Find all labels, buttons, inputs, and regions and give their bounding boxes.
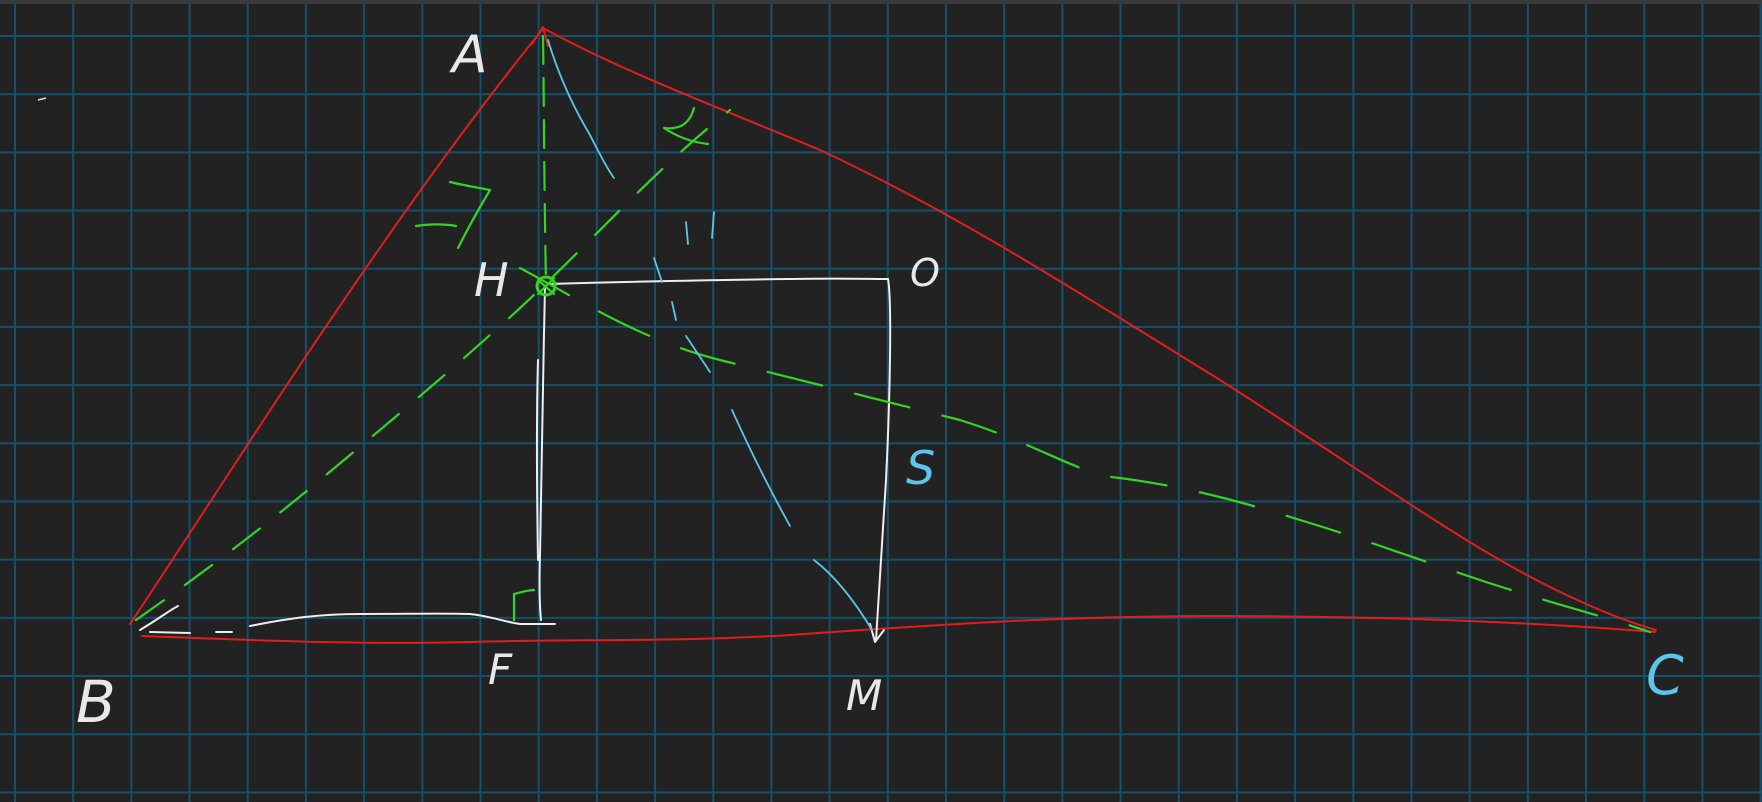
cyan-dash-6 [731,409,791,527]
label-s: S [906,441,935,495]
altitude-hf [538,285,546,621]
cyan-annotations [547,39,873,631]
right-angle-ab [414,180,492,250]
grid-canvas[interactable]: A B H O F M C S [0,0,1762,802]
altitude-hf-double [535,359,539,561]
cyan-line-a-m [547,39,615,179]
label-f: F [488,645,513,694]
label-a: A [449,25,488,85]
cyan-dash-2 [711,211,715,239]
auxiliary-lines [134,34,1652,634]
right-angle-f [512,588,536,622]
cyan-dash-4 [671,301,677,321]
side-ab [129,29,543,625]
tick-b-2 [149,631,191,634]
geometry-drawing: A B H O F M C S [37,25,1684,736]
stray-mark [37,97,47,101]
label-c: C [1646,644,1684,707]
segment-ho [547,277,889,285]
side-bc [141,615,1656,644]
cyan-dash-5 [685,335,711,373]
dashed-h-c [518,266,1652,634]
segment-om [875,278,892,641]
label-m: M [846,671,882,720]
dashed-b-h [134,108,732,622]
segment-bf [249,612,556,627]
side-ac [542,27,1657,631]
cyan-dash-7 [813,559,873,631]
label-h: H [474,253,509,307]
cyan-dash-3 [653,257,663,283]
triangle-abc [129,26,1657,644]
label-o: O [910,251,940,295]
dashed-ah [541,34,548,286]
tick-b [139,605,179,631]
label-b: B [76,668,116,736]
construction-lines [139,277,892,643]
cyan-dash-1 [685,221,689,245]
right-angle-ac [662,106,710,146]
